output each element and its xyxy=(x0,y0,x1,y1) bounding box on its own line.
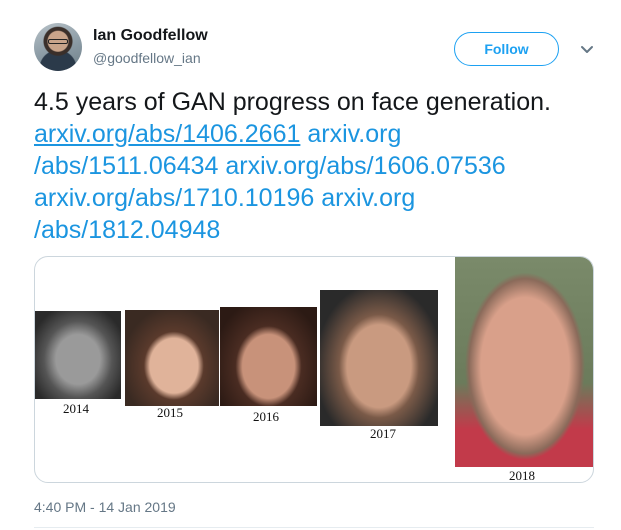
link-arxiv-1606-07536[interactable]: arxiv.org/abs/1606.07536 xyxy=(225,152,505,180)
link-arxiv-1511-06434-part1[interactable]: arxiv.org xyxy=(307,120,401,148)
face-image-2018 xyxy=(455,257,593,467)
avatar-glasses xyxy=(48,39,68,44)
chevron-down-icon[interactable] xyxy=(578,40,596,58)
face-image-2017 xyxy=(320,290,438,426)
tweet-header: Ian Goodfellow @goodfellow_ian Follow xyxy=(34,20,604,76)
link-arxiv-1812-04948-part2[interactable]: /abs/1812.04948 xyxy=(34,216,220,244)
link-arxiv-1406-2661[interactable]: arxiv.org/abs/1406.2661 xyxy=(34,120,300,148)
author-handle[interactable]: @goodfellow_ian xyxy=(93,50,201,66)
divider xyxy=(34,527,594,528)
face-image-2014 xyxy=(35,311,121,399)
year-label-2014: 2014 xyxy=(63,401,89,416)
tweet-timestamp[interactable]: 4:40 PM - 14 Jan 2019 xyxy=(34,499,176,515)
link-arxiv-1511-06434-part2[interactable]: /abs/1511.06434 xyxy=(34,152,218,180)
year-label-2015: 2015 xyxy=(157,405,183,420)
author-display-name[interactable]: Ian Goodfellow xyxy=(93,27,208,45)
avatar[interactable] xyxy=(34,23,82,71)
tweet-media-image[interactable]: 2014 2015 2016 2017 2018 xyxy=(34,256,594,483)
link-arxiv-1812-04948-part1[interactable]: arxiv.org xyxy=(321,184,415,212)
year-label-2018: 2018 xyxy=(509,468,535,483)
link-arxiv-1710-10196[interactable]: arxiv.org/abs/1710.10196 xyxy=(34,184,314,212)
year-label-2016: 2016 xyxy=(253,409,279,424)
year-label-2017: 2017 xyxy=(370,426,396,441)
tweet-body: 4.5 years of GAN progress on face genera… xyxy=(34,88,551,116)
face-image-2015 xyxy=(125,310,219,406)
face-image-2016 xyxy=(220,307,317,406)
tweet-text: 4.5 years of GAN progress on face genera… xyxy=(34,86,604,246)
follow-button[interactable]: Follow xyxy=(454,32,559,66)
